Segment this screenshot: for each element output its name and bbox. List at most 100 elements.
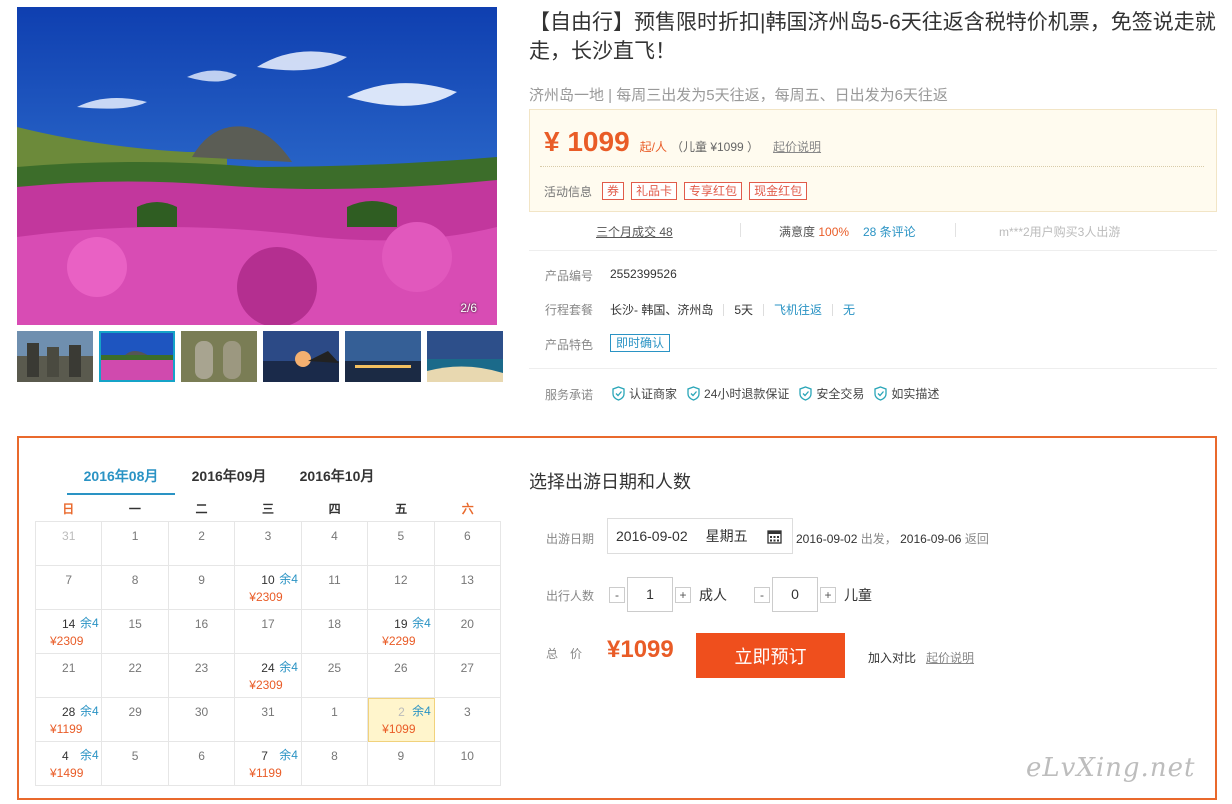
day-number: 3 [264, 529, 272, 543]
calendar-day[interactable]: 2 [168, 522, 236, 566]
calendar-day[interactable]: 7 [36, 566, 103, 610]
calendar-day[interactable]: 17 [235, 610, 302, 654]
service-certified: 认证商家 [629, 387, 678, 401]
day-number: 4 [331, 529, 338, 543]
calendar-day[interactable]: 10 余4 ¥2309 [235, 566, 302, 610]
calendar-day[interactable]: 4 [301, 522, 369, 566]
calendar-icon[interactable] [767, 529, 782, 544]
calendar-day[interactable]: 16 [168, 610, 236, 654]
price-unit: 起/人 [639, 140, 667, 154]
calendar-day[interactable]: 28 余4 ¥1199 [36, 698, 103, 742]
day-number: 1 [131, 529, 139, 543]
promo-tag-coupon[interactable]: 券 [602, 182, 625, 200]
tab-2016-08[interactable]: 2016年08月 [67, 458, 175, 495]
calendar-day[interactable]: 31 [36, 522, 103, 566]
calendar-day[interactable]: 10 [434, 742, 501, 786]
calendar-day[interactable]: 26 [368, 654, 435, 698]
calendar-day[interactable]: 3 [434, 698, 501, 742]
calendar-day[interactable]: 12 [368, 566, 435, 610]
calendar-day[interactable]: 15 [102, 610, 169, 654]
tab-2016-10[interactable]: 2016年10月 [283, 458, 391, 495]
adult-unit: 成人 [699, 586, 727, 603]
deals-count[interactable]: 三个月成交 48 [596, 223, 673, 240]
adult-plus-button[interactable]: + [675, 586, 691, 603]
price-explain-link-2[interactable]: 起价说明 [926, 649, 974, 666]
calendar-day[interactable]: 30 [168, 698, 236, 742]
calendar-day[interactable]: 14 余4 ¥2309 [36, 610, 103, 654]
calendar-day[interactable]: 5 [102, 742, 169, 786]
calendar-day[interactable]: 3 [235, 522, 302, 566]
thumbnail-city-night[interactable] [345, 331, 421, 382]
review-count-link[interactable]: 28 条评论 [863, 223, 916, 240]
calendar-day[interactable]: 1 [301, 698, 369, 742]
thumbnail-coastal-sunset[interactable] [263, 331, 339, 382]
day-number: 20 [460, 617, 474, 631]
price-explain-link[interactable]: 起价说明 [773, 138, 821, 155]
calendar-day[interactable]: 31 [235, 698, 302, 742]
calendar-day[interactable]: 9 [368, 742, 435, 786]
book-now-button[interactable]: 立即预订 [696, 633, 845, 678]
calendar-day[interactable]: 20 [434, 610, 501, 654]
promo-tag-cash-redpack[interactable]: 现金红包 [749, 182, 808, 200]
package-days: 5天 [734, 303, 754, 317]
calendar-day[interactable]: 22 [102, 654, 169, 698]
total-label: 总 价 [546, 647, 583, 661]
calendar-day[interactable]: 21 [36, 654, 103, 698]
calendar-day[interactable]: 23 [168, 654, 236, 698]
calendar-day[interactable]: 7 余4 ¥1199 [235, 742, 302, 786]
package-flight[interactable]: 飞机往返 [774, 301, 822, 318]
calendar-day[interactable]: 25 [301, 654, 369, 698]
price-main: ¥ 1099 [544, 126, 630, 157]
adult-count-input[interactable]: 1 [627, 577, 673, 612]
price-box: ¥ 1099 起/人 （儿童 ¥1099 ） 起价说明 活动信息 券 礼品卡 专… [529, 109, 1217, 212]
day-number: 28 [62, 705, 76, 719]
package-extra[interactable]: 无 [843, 301, 855, 318]
promo-tag-gift-card[interactable]: 礼品卡 [631, 182, 678, 200]
day-number: 24 [261, 661, 275, 675]
weekday-fri: 五 [395, 502, 408, 516]
calendar-day[interactable]: 8 [301, 742, 369, 786]
thumbnail-beach-night[interactable] [427, 331, 503, 382]
day-number: 25 [327, 661, 342, 675]
watermark: eLvXing.net [1026, 753, 1196, 783]
promo-tag-exclusive-redpack[interactable]: 专享红包 [684, 182, 743, 200]
calendar-day[interactable]: 24 余4 ¥2309 [235, 654, 302, 698]
add-compare-link[interactable]: 加入对比 [868, 649, 916, 666]
day-number: 9 [198, 573, 205, 587]
child-plus-button[interactable]: + [820, 586, 836, 603]
main-photo[interactable]: 2/6 [17, 7, 497, 325]
date-picker[interactable]: 2016-09-02 星期五 [607, 518, 793, 554]
calendar-day[interactable]: 18 [301, 610, 369, 654]
date-weekday: 星期五 [705, 528, 748, 544]
calendar-day[interactable]: 27 [434, 654, 501, 698]
calendar-day[interactable]: 29 [102, 698, 169, 742]
calendar-day[interactable]: 13 [434, 566, 501, 610]
day-number: 31 [261, 705, 275, 719]
calendar-day[interactable]: 19 余4 ¥2299 [368, 610, 435, 654]
adult-minus-button[interactable]: - [609, 586, 625, 603]
calendar-day[interactable]: 6 [168, 742, 236, 786]
calendar-day[interactable]: 9 [168, 566, 236, 610]
calendar-day[interactable]: 11 [301, 566, 369, 610]
calendar-day[interactable]: 6 [434, 522, 501, 566]
package-info: 长沙- 韩国、济州岛 5天 飞机往返 无 [610, 301, 855, 318]
calendar-day-selected[interactable]: 2 余4 ¥1099 [368, 698, 435, 742]
calendar-day[interactable]: 8 [102, 566, 169, 610]
thumbnail-dolhareubang[interactable] [181, 331, 257, 382]
day-price: ¥1099 [382, 722, 416, 736]
day-number: 15 [128, 617, 142, 631]
day-number: 10 [460, 749, 474, 763]
calendar-day[interactable]: 5 [368, 522, 435, 566]
date-label: 出游日期 [546, 532, 595, 546]
tab-2016-09[interactable]: 2016年09月 [175, 458, 283, 495]
calendar-day[interactable]: 4 余4 ¥1499 [36, 742, 103, 786]
weekday-wed: 三 [262, 502, 275, 516]
child-count-input[interactable]: 0 [772, 577, 818, 612]
day-number: 7 [261, 749, 268, 763]
feature-value: 即时确认 [610, 334, 671, 352]
shield-check-icon [799, 386, 813, 401]
child-minus-button[interactable]: - [754, 586, 770, 603]
calendar-day[interactable]: 1 [102, 522, 169, 566]
thumbnail-stone-statues[interactable] [17, 331, 93, 382]
thumbnail-mountain-flowers[interactable] [99, 331, 175, 382]
